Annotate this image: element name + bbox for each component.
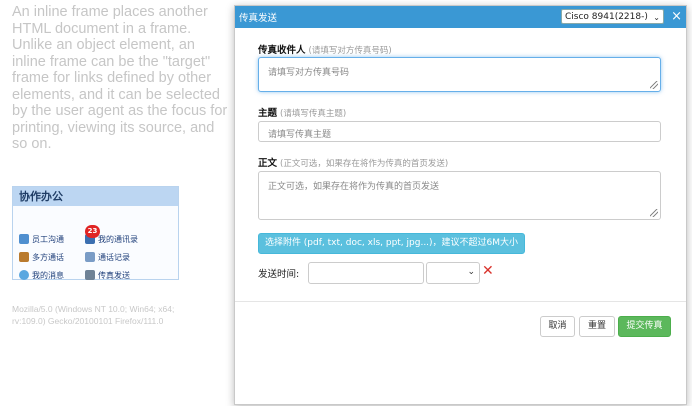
send-time-select[interactable]: ⌄ bbox=[426, 262, 480, 284]
submit-fax-button[interactable]: 提交传真 bbox=[618, 316, 671, 337]
office-panel: 协作办公 员工沟通 我的通讯录 多方通话 通话记录 我的消息 传真发送 23 bbox=[12, 186, 179, 280]
fax-icon bbox=[85, 270, 95, 280]
recipient-field[interactable]: 请填写对方传真号码 bbox=[258, 57, 661, 92]
footer-divider bbox=[235, 301, 686, 302]
attach-file-button[interactable]: 选择附件 (pdf, txt, doc, xls, ppt, jpg...)，建… bbox=[258, 233, 525, 254]
subject-label: 主题 (请填写传真主题) bbox=[258, 108, 347, 119]
body-field[interactable]: 正文可选，如果存在将作为传真的首页发送 bbox=[258, 171, 661, 220]
user-agent-text: Mozilla/5.0 (Windows NT 10.0; Win64; x64… bbox=[12, 304, 175, 326]
clear-time-icon[interactable]: ✕ bbox=[482, 263, 494, 279]
chevron-down-icon: ⌄ bbox=[467, 267, 475, 277]
reset-button[interactable]: 重置 bbox=[579, 316, 615, 337]
send-date-input[interactable] bbox=[308, 262, 424, 284]
chevron-down-icon: ⌄ bbox=[653, 13, 660, 22]
office-item-call-log[interactable]: 通话记录 bbox=[85, 250, 130, 264]
recipient-label: 传真收件人 (请填写对方传真号码) bbox=[258, 45, 392, 56]
office-item-staff-chat[interactable]: 员工沟通 bbox=[19, 232, 64, 246]
dialog-header: 传真发送 Cisco 8941(2218-) ⌄ × bbox=[235, 6, 686, 28]
group-call-icon bbox=[19, 252, 29, 262]
subject-field[interactable]: 请填写传真主题 bbox=[258, 121, 661, 142]
body-label: 正文 (正文可选，如果存在将作为传真的首页发送) bbox=[258, 158, 449, 169]
background-paragraph: An inline frame places another HTML docu… bbox=[12, 4, 228, 152]
close-icon[interactable]: × bbox=[671, 8, 682, 25]
message-icon bbox=[19, 270, 29, 280]
office-item-messages[interactable]: 我的消息 bbox=[19, 268, 64, 282]
office-panel-title: 协作办公 bbox=[13, 187, 178, 206]
call-log-icon bbox=[85, 252, 95, 262]
unread-badge: 23 bbox=[85, 225, 100, 238]
dialog-title: 传真发送 bbox=[239, 13, 278, 24]
office-item-conference-call[interactable]: 多方通话 bbox=[19, 250, 64, 264]
device-select[interactable]: Cisco 8941(2218-) ⌄ bbox=[561, 9, 664, 24]
send-time-label: 发送时间: bbox=[258, 269, 300, 280]
fax-dialog: 传真发送 Cisco 8941(2218-) ⌄ × 传真收件人 (请填写对方传… bbox=[234, 5, 687, 405]
people-icon bbox=[19, 234, 29, 244]
resize-grip-icon[interactable] bbox=[650, 81, 658, 89]
office-item-fax[interactable]: 传真发送 bbox=[85, 268, 130, 282]
resize-grip-icon[interactable] bbox=[650, 209, 658, 217]
cancel-button[interactable]: 取消 bbox=[540, 316, 575, 337]
